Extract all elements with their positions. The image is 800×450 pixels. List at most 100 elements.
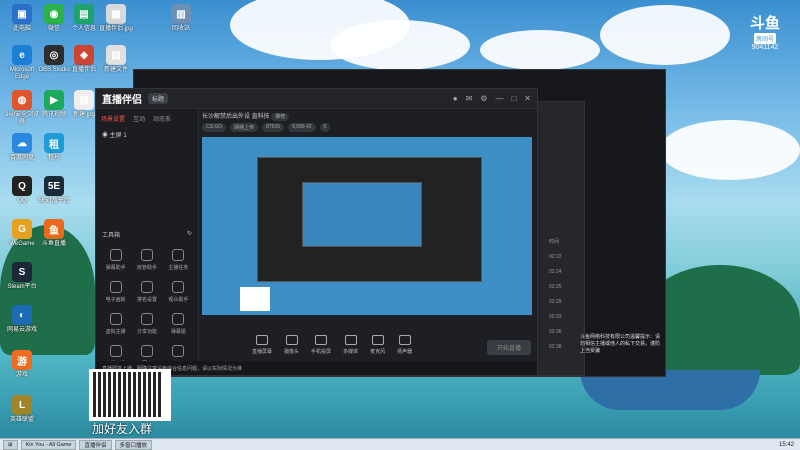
desktop-icon[interactable]: ◈ 直播伴侣: [66, 45, 102, 74]
eye-icon[interactable]: ◉: [102, 133, 110, 139]
stream-preview[interactable]: [202, 137, 532, 315]
control-label: 摄像头: [284, 349, 300, 355]
desktop-icon[interactable]: ▦ 直播伴侣.jpg: [98, 4, 134, 33]
desktop-icon[interactable]: 鱼斗鱼直播: [36, 219, 72, 248]
app-icon: ◍: [12, 90, 32, 110]
control-icon: [344, 335, 357, 345]
tab-scene[interactable]: 场景设置: [101, 114, 125, 123]
tool-item[interactable]: 排名设置: [131, 281, 162, 303]
toolbox-header: 工具箱 ↻: [102, 230, 192, 239]
desktop-icon[interactable]: S Steam平台: [4, 262, 40, 291]
source-control[interactable]: 直播屏幕: [252, 335, 272, 355]
minimize-icon[interactable]: —: [495, 94, 503, 103]
source-control[interactable]: 扬声器: [397, 335, 412, 355]
desktop-icon[interactable]: ▤ 个人信息: [66, 4, 102, 33]
avatar-icon[interactable]: ●: [453, 94, 458, 103]
desktop-icon-label: 游戏: [15, 372, 28, 378]
desktop-icon[interactable]: G WeGame: [4, 219, 40, 248]
tool-item[interactable]: 房管助手: [131, 249, 162, 271]
desktop-icon[interactable]: 游游戏: [4, 350, 40, 379]
tool-label: 排名设置: [136, 297, 157, 303]
stream-info: 长沙解禁后出外设 直科技 推荐 CS:GO 网络上传 87915 9,090,4…: [202, 111, 531, 133]
settings-icon[interactable]: ⚙: [480, 94, 487, 103]
taskbar: ⊞ Kin You - All Game 直播伴侣 多窗口播放 15:42: [0, 438, 800, 450]
clock: 15:42: [778, 441, 794, 448]
stream-title[interactable]: 长沙解禁后出外设 直科技: [202, 114, 270, 120]
category-pill[interactable]: CS:GO: [202, 123, 227, 132]
desktop-icon[interactable]: e Microsoft Edge: [4, 45, 40, 81]
time-item: 02:24: [549, 269, 562, 275]
tab-dynamic[interactable]: 动态系: [153, 114, 171, 123]
desktop-icon[interactable]: ☁ 百度网盘: [4, 133, 40, 162]
source-control[interactable]: 摄像头: [284, 335, 299, 355]
desktop-icon[interactable]: ▧ 新建文件: [98, 45, 134, 74]
tool-label: 虚拟主播: [105, 329, 126, 335]
tab-interact[interactable]: 互动: [133, 114, 145, 123]
desktop-icon-label: QQ: [17, 198, 27, 204]
desktop-icon[interactable]: ◐ 网易云游戏: [4, 305, 40, 334]
stream-tag: 推荐: [271, 113, 290, 121]
qr-code: [89, 369, 171, 421]
tool-icon: [172, 345, 185, 357]
tool-item[interactable]: 虚拟主播: [100, 313, 131, 335]
tool-item[interactable]: 观众助手: [163, 281, 194, 303]
tool-icon: [109, 345, 122, 357]
source-control[interactable]: 多媒体: [343, 335, 358, 355]
message-icon[interactable]: ✉: [466, 94, 473, 103]
live-companion-window[interactable]: 直播伴侣 标题 ● ✉ ⚙ — □ ✕ 场景设置 互动 动态系 ◉ 主屏 1 工…: [95, 88, 538, 376]
notice-text: 斗鱼网络科技有限公司温馨提示：请勿相信主播或他人的私下交易，谨防上当受骗: [580, 334, 661, 354]
desktop-icon[interactable]: Q QQ: [4, 176, 40, 205]
app-icon: 租: [44, 133, 64, 153]
desktop-icon-label: 直播伴侣: [71, 67, 96, 73]
tool-label: 弹幕助手: [105, 265, 126, 271]
tool-label: 弹幕姬: [170, 329, 186, 335]
app-icon: 5E: [44, 176, 64, 196]
app-icon: 鱼: [44, 219, 64, 239]
desktop-icon-label: 百度网盘: [9, 155, 34, 161]
app-icon: ▧: [106, 45, 126, 65]
desktop-icon-label: 斗鱼直播: [41, 241, 66, 247]
tool-item[interactable]: 电子画板: [100, 281, 131, 303]
desktop-icon-label: 个人信息: [71, 26, 96, 32]
desktop-icon[interactable]: ▣ 此电脑: [4, 4, 40, 33]
tool-label: 电子画板: [105, 297, 126, 303]
scene-item[interactable]: ◉ 主屏 1: [96, 128, 198, 141]
desktop-icon[interactable]: ◍ 360安全浏览器: [4, 90, 40, 126]
tool-icon: [109, 313, 122, 325]
refresh-icon[interactable]: ↻: [187, 230, 192, 239]
tool-icon: [172, 281, 185, 293]
start-live-button[interactable]: 开始直播: [486, 340, 531, 355]
taskbar-item[interactable]: 多窗口播放: [114, 439, 153, 450]
tool-icon: [140, 313, 153, 325]
app-icon: ▨: [74, 90, 94, 110]
upload-pill: 网络上传: [230, 123, 259, 132]
taskbar-item[interactable]: 直播伴侣: [79, 439, 112, 450]
desktop-icon[interactable]: 租租号: [36, 133, 72, 162]
app-icon: S: [12, 262, 32, 282]
desktop-icon[interactable]: L 英雄联盟: [4, 395, 40, 424]
desktop-icon[interactable]: ▥ 回收站: [163, 4, 199, 33]
title-badge[interactable]: 标题: [148, 93, 169, 104]
tool-item[interactable]: 弹幕姬: [163, 313, 194, 335]
stat-pill: 0: [319, 123, 331, 132]
brand-sub: 房间号: [753, 33, 776, 44]
app-icon: L: [12, 395, 32, 415]
source-control[interactable]: 手机投屏: [311, 335, 331, 355]
tool-item[interactable]: 弹幕助手: [100, 249, 131, 271]
control-icon: [371, 335, 384, 345]
window-controls: ● ✉ ⚙ — □ ✕: [453, 94, 531, 103]
room-number: 9041142: [751, 44, 779, 51]
close-icon[interactable]: ✕: [524, 94, 531, 103]
taskbar-item[interactable]: Kin You - All Game: [20, 439, 77, 450]
start-button[interactable]: ⊞: [3, 439, 18, 450]
desktop-icon[interactable]: 5E 5E对战平台: [36, 176, 72, 205]
source-control[interactable]: 麦克风: [370, 335, 385, 355]
tool-item[interactable]: 分享功能: [131, 313, 162, 335]
app-icon: ▤: [74, 4, 94, 24]
tool-item[interactable]: 主播任务: [163, 249, 194, 271]
maximize-icon[interactable]: □: [511, 94, 516, 103]
app-icon: ▦: [106, 4, 126, 24]
desktop-icon-label: Steam平台: [7, 284, 37, 290]
qr-caption: 加好友入群: [92, 422, 153, 436]
time-item: 02:25: [549, 284, 562, 290]
